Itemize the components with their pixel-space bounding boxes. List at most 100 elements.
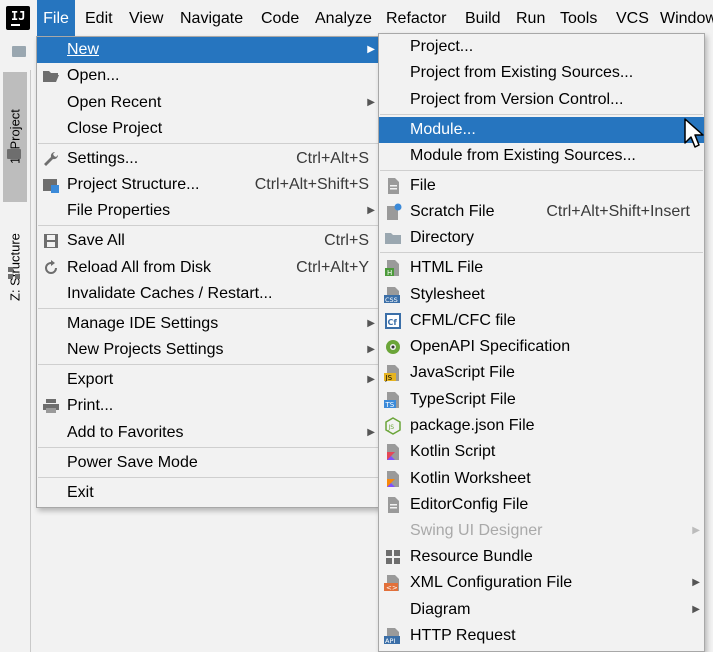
menu-item-kotlin-script[interactable]: Kotlin Script	[379, 439, 704, 465]
file-menu: New ▶ Open... Open Recent ▶ Close Projec…	[36, 36, 380, 508]
menu-item-html-file[interactable]: H HTML File	[379, 255, 704, 281]
xml-file-icon: <>	[384, 575, 399, 592]
menu-separator	[38, 225, 378, 226]
menu-item-module-from-existing[interactable]: Module from Existing Sources...	[379, 143, 704, 169]
menu-analyze[interactable]: Analyze	[315, 0, 372, 37]
submenu-arrow-icon: ▶	[692, 604, 700, 615]
menu-item-module[interactable]: Module...	[379, 117, 704, 143]
project-structure-icon	[43, 179, 59, 193]
menu-item-power-save-mode-label: Power Save Mode	[67, 454, 198, 471]
menu-item-save-all[interactable]: Save All Ctrl+S	[37, 228, 379, 254]
menu-item-kotlin-worksheet-label: Kotlin Worksheet	[410, 470, 531, 487]
menu-item-open[interactable]: Open...	[37, 63, 379, 89]
menu-item-diagram[interactable]: Diagram ▶	[379, 597, 704, 623]
menu-separator	[38, 143, 378, 144]
cfml-icon-text: Cf	[388, 318, 398, 327]
save-all-shortcut: Ctrl+S	[324, 232, 369, 249]
menu-item-xml-config-file[interactable]: <> XML Configuration File ▶	[379, 570, 704, 596]
menu-navigate[interactable]: Navigate	[180, 0, 243, 37]
menu-window[interactable]: Window	[660, 0, 713, 37]
menu-file[interactable]: File	[37, 0, 75, 37]
editorconfig-file-icon	[388, 497, 399, 513]
menu-item-kotlin-worksheet[interactable]: Kotlin Worksheet	[379, 466, 704, 492]
menu-item-package-json-label: package.json File	[410, 417, 535, 434]
menu-separator	[380, 170, 703, 171]
menu-item-module-from-existing-label: Module from Existing Sources...	[410, 147, 636, 164]
menu-vcs[interactable]: VCS	[616, 0, 649, 37]
menu-item-file[interactable]: File	[379, 173, 704, 199]
menu-item-project-from-vcs[interactable]: Project from Version Control...	[379, 87, 704, 113]
menu-run[interactable]: Run	[516, 0, 545, 37]
menu-tools[interactable]: Tools	[560, 0, 597, 37]
menu-item-power-save-mode[interactable]: Power Save Mode	[37, 450, 379, 476]
menu-item-module-label: Module...	[410, 121, 476, 138]
menu-item-directory[interactable]: Directory	[379, 225, 704, 251]
menu-item-cfml-file[interactable]: Cf CFML/CFC file	[379, 308, 704, 334]
menu-item-print[interactable]: Print...	[37, 393, 379, 419]
mouse-cursor-icon	[684, 118, 704, 148]
menu-item-diagram-label: Diagram	[410, 601, 471, 618]
api-icon-text: API	[385, 637, 395, 645]
menu-item-settings[interactable]: Settings... Ctrl+Alt+S	[37, 146, 379, 172]
menu-item-typescript-file-label: TypeScript File	[410, 391, 516, 408]
menu-item-open-recent[interactable]: Open Recent ▶	[37, 90, 379, 116]
menu-separator	[38, 477, 378, 478]
save-icon	[44, 234, 58, 248]
ts-icon-text: TS	[385, 401, 395, 409]
menu-item-project-from-vcs-label: Project from Version Control...	[410, 91, 624, 108]
menu-item-project[interactable]: Project...	[379, 34, 704, 60]
menu-item-scratch-file[interactable]: Scratch File Ctrl+Alt+Shift+Insert	[379, 199, 704, 225]
tab-project[interactable]: 1: Project	[3, 72, 27, 202]
menu-item-package-json[interactable]: JS package.json File	[379, 413, 704, 439]
javascript-file-icon: JS	[384, 365, 399, 382]
menu-item-exit[interactable]: Exit	[37, 480, 379, 506]
menu-item-invalidate-caches[interactable]: Invalidate Caches / Restart...	[37, 281, 379, 307]
menu-item-project-structure[interactable]: Project Structure... Ctrl+Alt+Shift+S	[37, 172, 379, 198]
menu-item-http-request[interactable]: API HTTP Request	[379, 623, 704, 649]
menu-code[interactable]: Code	[261, 0, 299, 37]
menu-item-xml-config-file-label: XML Configuration File	[410, 574, 573, 591]
nodejs-icon: JS	[385, 417, 401, 435]
menu-item-new-projects-settings[interactable]: New Projects Settings ▶	[37, 337, 379, 363]
menu-item-reload-all[interactable]: Reload All from Disk Ctrl+Alt+Y	[37, 255, 379, 281]
menu-item-editorconfig-file[interactable]: EditorConfig File	[379, 492, 704, 518]
menu-item-project-from-existing-label: Project from Existing Sources...	[410, 64, 634, 81]
menu-item-javascript-file[interactable]: JS JavaScript File	[379, 360, 704, 386]
typescript-file-icon: TS	[384, 392, 399, 409]
menu-item-export-label: Export	[67, 371, 114, 388]
new-submenu: Project... Project from Existing Sources…	[378, 33, 705, 652]
js-icon-text: JS	[385, 374, 393, 382]
menu-item-reload-all-label: Reload All from Disk	[67, 259, 212, 276]
submenu-arrow-icon: ▶	[367, 318, 375, 329]
menu-item-openapi-spec[interactable]: OpenAPI Specification	[379, 334, 704, 360]
menu-item-file-label: File	[410, 177, 436, 194]
menu-item-html-file-label: HTML File	[410, 259, 484, 276]
menu-item-new[interactable]: New ▶	[37, 37, 379, 63]
menu-item-project-from-existing[interactable]: Project from Existing Sources...	[379, 60, 704, 86]
submenu-arrow-icon: ▶	[367, 205, 375, 216]
menu-item-stylesheet[interactable]: CSS Stylesheet	[379, 282, 704, 308]
submenu-arrow-icon: ▶	[692, 577, 700, 588]
menu-item-project-label: Project...	[410, 38, 474, 55]
menu-separator	[380, 252, 703, 253]
menu-item-resource-bundle[interactable]: Resource Bundle	[379, 544, 704, 570]
menu-item-http-request-label: HTTP Request	[410, 627, 516, 644]
menu-item-add-to-favorites[interactable]: Add to Favorites ▶	[37, 420, 379, 446]
menu-item-swing-ui-designer-label: Swing UI Designer	[410, 522, 543, 539]
menu-view[interactable]: View	[129, 0, 163, 37]
menu-item-file-properties-label: File Properties	[67, 202, 171, 219]
menu-item-file-properties[interactable]: File Properties ▶	[37, 198, 379, 224]
menu-item-swing-ui-designer[interactable]: Swing UI Designer ▶	[379, 518, 704, 544]
menu-item-typescript-file[interactable]: TS TypeScript File	[379, 387, 704, 413]
menu-item-export[interactable]: Export ▶	[37, 367, 379, 393]
menu-item-close-project[interactable]: Close Project	[37, 116, 379, 142]
menu-build[interactable]: Build	[465, 0, 501, 37]
menu-item-new-projects-settings-label: New Projects Settings	[67, 341, 224, 358]
structure-icon	[8, 267, 20, 279]
html-icon-text: H	[387, 269, 392, 277]
menu-edit[interactable]: Edit	[85, 0, 113, 37]
http-request-icon: API	[384, 628, 400, 645]
menu-item-invalidate-caches-label: Invalidate Caches / Restart...	[67, 285, 273, 302]
menu-refactor[interactable]: Refactor	[386, 0, 446, 37]
menu-item-manage-ide-settings[interactable]: Manage IDE Settings ▶	[37, 311, 379, 337]
